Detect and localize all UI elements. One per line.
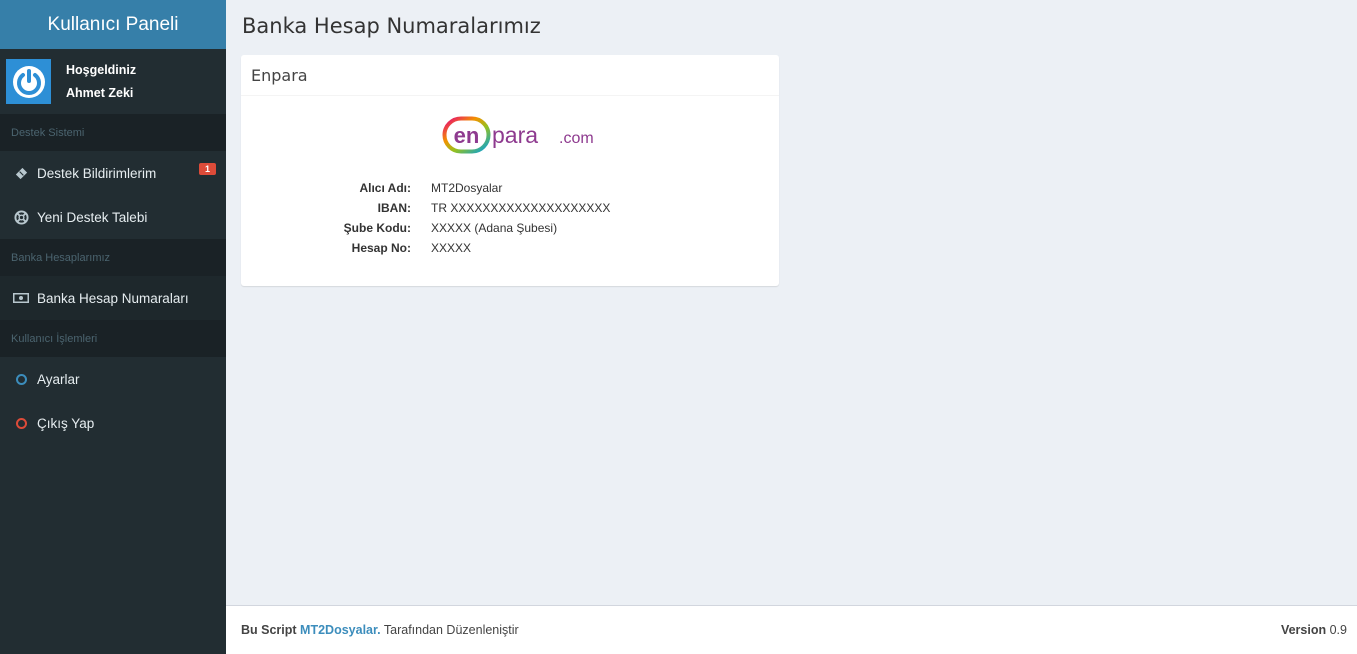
sidebar-item-support-tickets[interactable]: Destek Bildirimlerim 1 [0, 151, 226, 195]
sidebar-item-label: Banka Hesap Numaraları [37, 290, 189, 306]
power-icon [12, 65, 45, 98]
bank-box: Enpara en para .com Alıcı Adı: MT2Dosyal… [241, 55, 779, 286]
sidebar: Kullanıcı Paneli Hoşgeldiniz Ahmet Zeki … [0, 0, 226, 654]
sidebar-item-bank-accounts[interactable]: Banka Hesap Numaraları [0, 276, 226, 320]
brand-title[interactable]: Kullanıcı Paneli [0, 0, 226, 49]
info-value: TR XXXXXXXXXXXXXXXXXXXX [431, 201, 611, 215]
footer-prefix: Bu Script [241, 623, 297, 637]
main-content: Banka Hesap Numaralarımız Enpara en para… [226, 0, 1357, 605]
sidebar-item-new-ticket[interactable]: Yeni Destek Talebi [0, 195, 226, 239]
sidebar-item-label: Çıkış Yap [37, 415, 95, 431]
info-value: XXXXX (Adana Şubesi) [431, 221, 558, 235]
user-info: Hoşgeldiniz Ahmet Zeki [66, 59, 136, 105]
info-value: XXXXX [431, 241, 472, 255]
money-icon [13, 290, 29, 306]
sidebar-item-settings[interactable]: Ayarlar [0, 357, 226, 401]
info-row-recipient: Alıcı Adı: MT2Dosyalar [241, 178, 779, 198]
info-key: Şube Kodu: [343, 221, 411, 235]
circle-blue-icon [13, 371, 29, 387]
section-header-support: Destek Sistemi [0, 114, 226, 151]
notification-badge: 1 [198, 163, 216, 175]
bank-info: Alıcı Adı: MT2Dosyalar IBAN: TR XXXXXXXX… [241, 178, 779, 258]
user-name: Ahmet Zeki [66, 85, 134, 100]
avatar [6, 59, 51, 104]
info-row-iban: IBAN: TR XXXXXXXXXXXXXXXXXXXX [241, 198, 779, 218]
footer-version: Version 0.9 [1281, 623, 1347, 637]
footer-suffix: Tarafından Düzenleniştir [383, 623, 519, 637]
version-label: Version [1280, 623, 1327, 637]
sidebar-item-logout[interactable]: Çıkış Yap [0, 401, 226, 445]
sidebar-item-label: Destek Bildirimlerim [37, 165, 157, 181]
logo-com: .com [559, 130, 594, 147]
page-title: Banka Hesap Numaralarımız [242, 14, 541, 38]
info-key: Hesap No: [351, 241, 411, 255]
enpara-logo: en para .com [442, 116, 594, 154]
footer: Bu Script MT2Dosyalar. Tarafından Düzenl… [226, 605, 1357, 654]
footer-credit: Bu Script MT2Dosyalar. Tarafından Düzenl… [241, 623, 519, 637]
info-row-account: Hesap No: XXXXX [241, 238, 779, 258]
section-header-bank: Banka Hesaplarımız [0, 239, 226, 276]
user-panel: Hoşgeldiniz Ahmet Zeki [0, 49, 226, 114]
version-number: 0.9 [1329, 623, 1347, 637]
info-value: MT2Dosyalar [431, 181, 503, 195]
circle-red-icon [13, 415, 29, 431]
greeting: Hoşgeldiniz [66, 62, 137, 77]
info-row-branch: Şube Kodu: XXXXX (Adana Şubesi) [241, 218, 779, 238]
life-ring-icon [13, 209, 29, 225]
footer-link[interactable]: MT2Dosyalar. [300, 623, 381, 637]
sidebar-item-label: Ayarlar [37, 371, 80, 387]
ticket-icon [13, 165, 29, 181]
logo-para: para [492, 122, 538, 148]
info-key: IBAN: [377, 201, 411, 215]
info-key: Alıcı Adı: [359, 181, 411, 195]
logo-en: en [454, 123, 480, 148]
sidebar-item-label: Yeni Destek Talebi [37, 209, 148, 225]
box-title: Enpara [241, 55, 779, 96]
section-header-user: Kullanıcı İşlemleri [0, 320, 226, 357]
